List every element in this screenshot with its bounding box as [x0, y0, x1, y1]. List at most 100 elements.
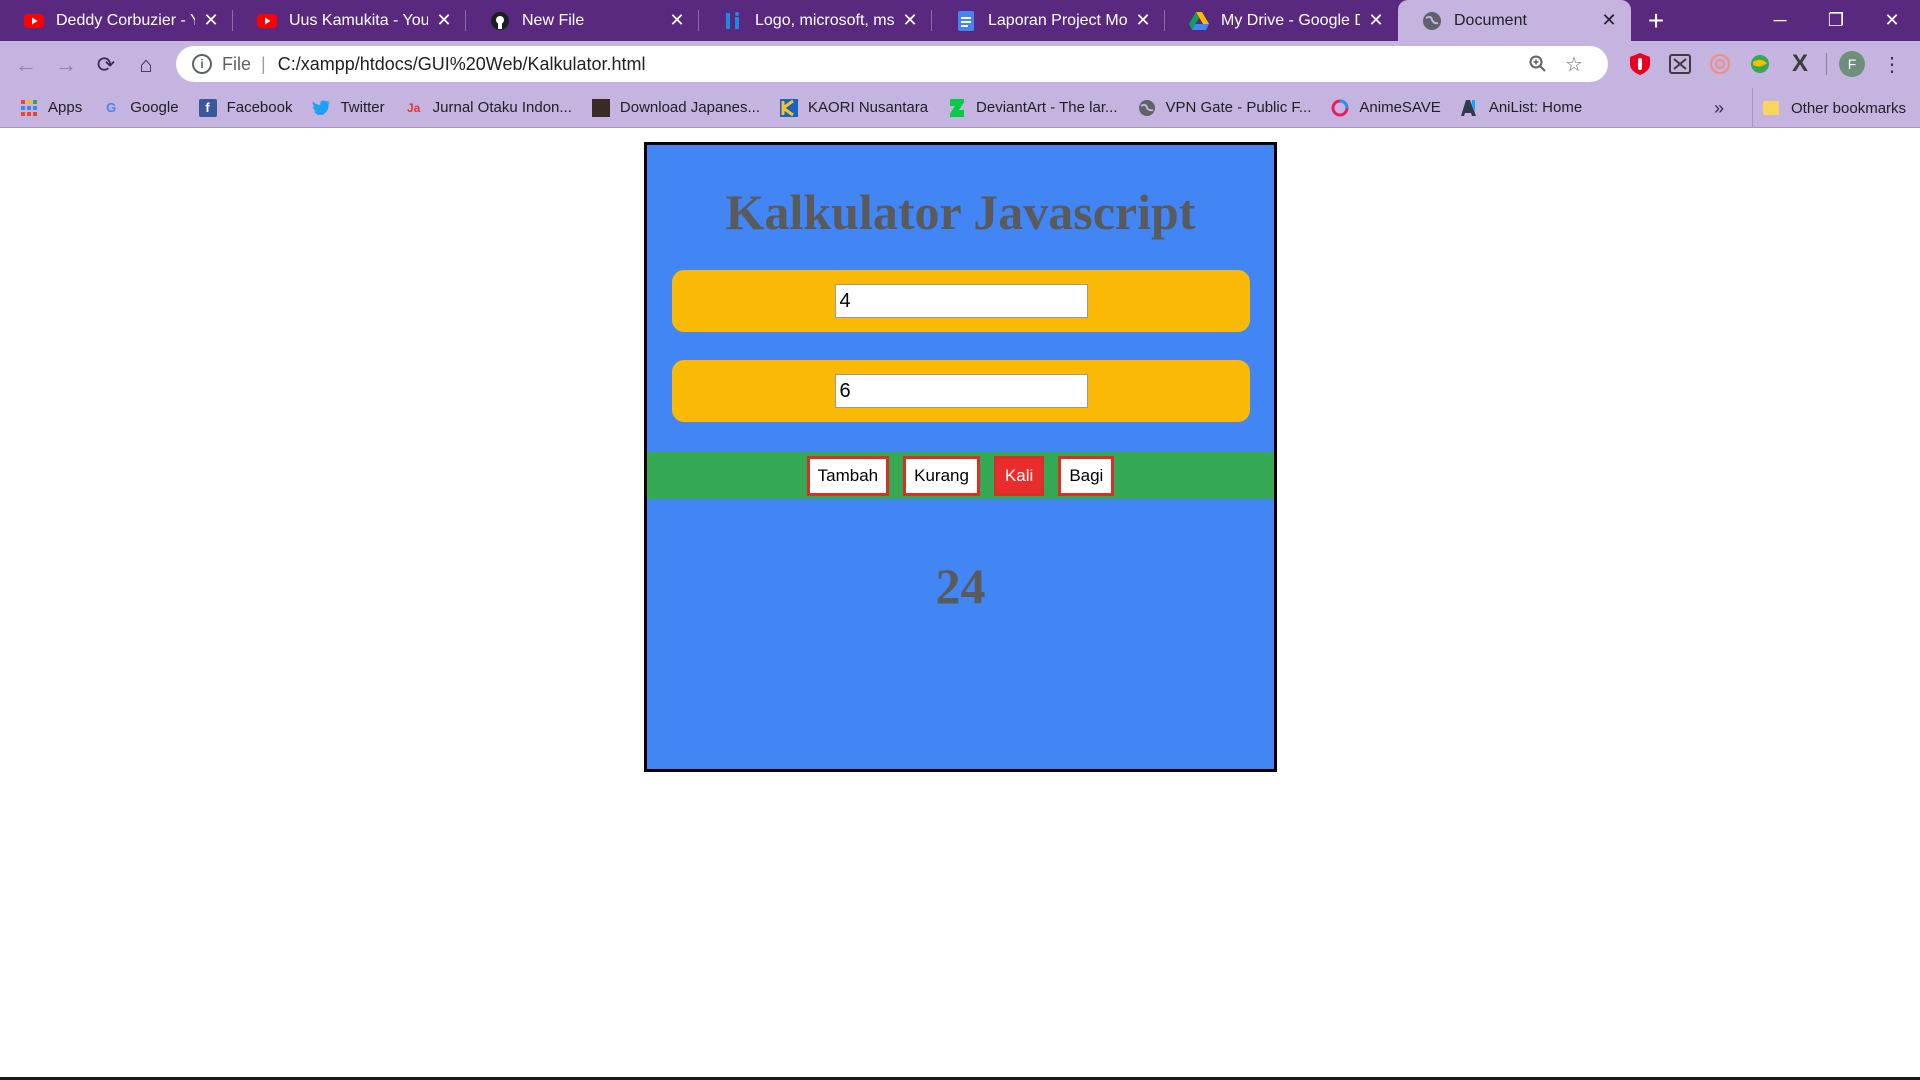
anilist-icon	[1460, 99, 1479, 117]
page-title: Kalkulator Javascript	[725, 184, 1196, 240]
url-divider: |	[261, 53, 266, 74]
close-tab-icon[interactable]: ✕	[667, 10, 687, 31]
calculator-panel: Kalkulator Javascript Tambah Kurang Kali…	[644, 142, 1277, 772]
youtube-icon	[24, 11, 44, 31]
bookmark-apps[interactable]: Apps	[10, 93, 92, 123]
tab-title: Logo, microsoft, ms, ka	[755, 11, 894, 29]
bookmark-jurnal-otaku[interactable]: Ja Jurnal Otaku Indon...	[395, 93, 582, 123]
close-window-icon[interactable]: ✕	[1864, 0, 1920, 41]
bookmark-label: Facebook	[226, 99, 293, 116]
animesave-icon	[1331, 99, 1349, 117]
minimize-icon[interactable]: ─	[1752, 0, 1808, 41]
close-tab-icon[interactable]: ✕	[1599, 10, 1619, 31]
bookmark-animesave[interactable]: AnimeSAVE	[1321, 93, 1450, 123]
twitter-icon	[312, 99, 331, 117]
bookmark-label: Jurnal Otaku Indon...	[432, 99, 572, 116]
adblock-extension-icon[interactable]	[1620, 46, 1660, 82]
url-text[interactable]: C:/xampp/htdocs/GUI%20Web/Kalkulator.htm…	[278, 54, 1520, 75]
back-arrow-icon[interactable]: ←	[6, 45, 46, 85]
youtube-icon	[257, 11, 277, 31]
bookmark-other-bookmarks[interactable]: Other bookmarks	[1752, 88, 1916, 128]
tab-title: My Drive - Google Driv	[1221, 11, 1360, 29]
close-tab-icon[interactable]: ✕	[1366, 10, 1386, 31]
bookmarks-overflow-chevron-icon[interactable]: »	[1714, 88, 1724, 128]
first-number-row	[672, 270, 1250, 332]
github-icon	[490, 11, 510, 31]
bookmark-label: AnimeSAVE	[1359, 99, 1441, 116]
globe-icon	[1422, 11, 1442, 31]
bookmark-label: Other bookmarks	[1791, 99, 1907, 117]
bookmark-label: Apps	[48, 99, 83, 116]
tab-laporan-project[interactable]: Laporan Project MoCa ✕	[932, 0, 1165, 41]
forward-arrow-icon[interactable]: →	[46, 45, 86, 85]
tab-deddy-corbuzier[interactable]: Deddy Corbuzier - You ✕	[0, 0, 233, 41]
zoom-icon[interactable]	[1520, 46, 1556, 82]
tab-uus-kamukita[interactable]: Uus Kamukita - YouTub ✕	[233, 0, 466, 41]
restore-icon[interactable]: ❐	[1808, 0, 1864, 41]
screen-capture-extension-icon[interactable]	[1660, 46, 1700, 82]
record-extension-icon[interactable]	[1700, 46, 1740, 82]
tab-strip: Deddy Corbuzier - You ✕ Uus Kamukita - Y…	[0, 0, 1920, 41]
bookmark-twitter[interactable]: Twitter	[302, 93, 394, 123]
reload-icon[interactable]: ⟳	[86, 45, 126, 85]
tab-my-drive[interactable]: My Drive - Google Driv ✕	[1165, 0, 1398, 41]
extensions-area: X F ⋮	[1620, 46, 1912, 82]
info-icon[interactable]: i	[192, 54, 212, 74]
bookmark-label: AniList: Home	[1488, 99, 1583, 116]
new-tab-button[interactable]: +	[1631, 0, 1681, 41]
bookmark-deviantart[interactable]: DeviantArt - The lar...	[938, 93, 1127, 123]
tab-new-file[interactable]: New File ✕	[466, 0, 699, 41]
toolbar-divider	[1820, 46, 1832, 82]
iconfinder-icon	[723, 11, 743, 31]
bookmark-label: VPN Gate - Public F...	[1165, 99, 1312, 116]
tab-document[interactable]: Document ✕	[1398, 0, 1631, 41]
bookmark-label: DeviantArt - The lar...	[976, 99, 1118, 116]
kaori-icon	[779, 98, 798, 117]
browser-toolbar: ← → ⟳ ⌂ i File | C:/xampp/htdocs/GUI%20W…	[0, 41, 1920, 88]
bookmark-star-icon[interactable]: ☆	[1556, 46, 1592, 82]
bookmark-vpn-gate[interactable]: VPN Gate - Public F...	[1128, 93, 1322, 123]
download-japanese-icon	[591, 98, 610, 117]
profile-button[interactable]: F	[1832, 46, 1872, 82]
google-docs-icon	[956, 10, 976, 31]
google-icon: G	[106, 100, 117, 115]
google-drive-icon	[1189, 11, 1209, 31]
bookmark-google[interactable]: G Google	[92, 93, 188, 123]
tab-title: Uus Kamukita - YouTub	[289, 11, 428, 29]
globe-extension-icon[interactable]	[1740, 46, 1780, 82]
first-number-input[interactable]	[834, 284, 1088, 318]
multiply-button[interactable]: Kali	[993, 455, 1045, 496]
second-number-row	[672, 360, 1250, 422]
bookmark-label: Download Japanes...	[619, 99, 760, 116]
bookmark-label: KAORI Nusantara	[807, 99, 929, 116]
apps-grid-icon	[20, 99, 38, 117]
tab-title: Deddy Corbuzier - You	[56, 11, 195, 29]
address-bar[interactable]: i File | C:/xampp/htdocs/GUI%20Web/Kalku…	[176, 46, 1608, 82]
close-tab-icon[interactable]: ✕	[434, 10, 454, 31]
add-button[interactable]: Tambah	[806, 455, 890, 496]
bookmark-label: Google	[130, 99, 179, 116]
bookmark-anilist[interactable]: AniList: Home	[1451, 93, 1592, 123]
url-scheme: File	[222, 53, 252, 74]
bookmark-download-japanese[interactable]: Download Japanes...	[582, 93, 770, 123]
vpn-gate-icon	[1138, 99, 1156, 117]
folder-icon	[1763, 101, 1779, 115]
bookmarks-bar: Apps G Google f Facebook Twitter Ja Jurn…	[0, 88, 1920, 128]
operation-buttons-row: Tambah Kurang Kali Bagi	[647, 452, 1274, 499]
bookmark-label: Twitter	[340, 99, 385, 116]
home-icon[interactable]: ⌂	[126, 45, 166, 85]
close-tab-icon[interactable]: ✕	[201, 10, 221, 31]
menu-kebab-icon[interactable]: ⋮	[1872, 46, 1912, 82]
tab-title: Laporan Project MoCa	[988, 11, 1127, 29]
bookmark-kaori[interactable]: KAORI Nusantara	[770, 93, 938, 123]
close-tab-icon[interactable]: ✕	[1133, 10, 1153, 31]
close-tab-icon[interactable]: ✕	[900, 10, 920, 31]
x-extension-icon[interactable]: X	[1780, 46, 1820, 82]
second-number-input[interactable]	[834, 374, 1088, 408]
subtract-button[interactable]: Kurang	[903, 455, 980, 496]
divide-button[interactable]: Bagi	[1058, 455, 1115, 496]
bookmark-facebook[interactable]: f Facebook	[189, 93, 303, 123]
tab-logo-microsoft[interactable]: Logo, microsoft, ms, ka ✕	[699, 0, 932, 41]
page-content: Kalkulator Javascript Tambah Kurang Kali…	[0, 129, 1920, 1080]
tab-list: Deddy Corbuzier - You ✕ Uus Kamukita - Y…	[0, 0, 1631, 41]
